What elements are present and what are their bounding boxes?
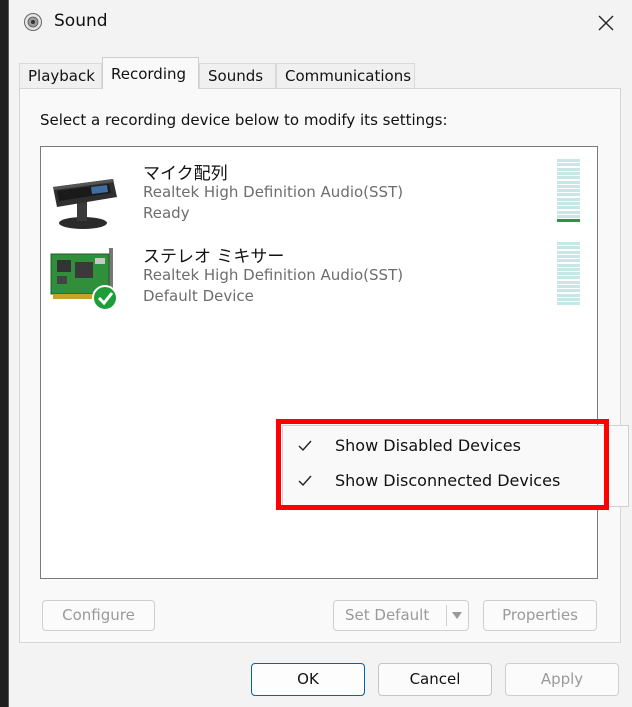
properties-button[interactable]: Properties: [483, 600, 597, 631]
meter-segment: [557, 171, 580, 175]
set-default-label: Set Default: [345, 606, 430, 624]
meter-segment: [557, 197, 580, 201]
device-list[interactable]: マイク配列 Realtek High Definition Audio(SST)…: [40, 146, 598, 579]
context-menu: Show Disabled Devices Show Disconnected …: [282, 425, 629, 507]
list-item[interactable]: マイク配列 Realtek High Definition Audio(SST)…: [41, 159, 597, 239]
meter-segment: [557, 167, 580, 171]
tab-label: Playback: [28, 67, 95, 85]
microphone-array-icon: [53, 179, 117, 229]
cancel-button[interactable]: Cancel: [378, 663, 492, 696]
tab-sounds[interactable]: Sounds: [199, 63, 276, 88]
meter-segment: [557, 246, 580, 250]
level-meter: [557, 242, 580, 306]
meter-segment: [557, 250, 580, 254]
title-bar[interactable]: Sound: [9, 0, 632, 46]
device-name: マイク配列: [143, 164, 228, 184]
meter-segment: [557, 180, 580, 184]
meter-segment: [557, 285, 580, 288]
meter-segment: [557, 293, 580, 297]
meter-segment: [557, 272, 580, 276]
meter-segment: [557, 202, 580, 205]
meter-segment: [557, 210, 580, 214]
split-divider: [446, 605, 447, 626]
tab-communications[interactable]: Communications: [276, 63, 415, 88]
set-default-button[interactable]: Set Default: [333, 600, 469, 631]
sound-dialog: Sound Playback Sounds Communications Rec…: [8, 0, 632, 707]
tab-recording[interactable]: Recording: [102, 57, 199, 89]
meter-segment: [557, 254, 580, 258]
configure-button[interactable]: Configure: [42, 600, 155, 631]
device-name: ステレオ ミキサー: [143, 247, 285, 267]
meter-segment: [557, 219, 580, 223]
device-status: Ready: [143, 204, 190, 222]
meter-segment: [557, 214, 580, 218]
menu-item-show-disabled-devices[interactable]: Show Disabled Devices: [283, 430, 628, 464]
menu-item-show-disconnected-devices[interactable]: Show Disconnected Devices: [283, 465, 628, 499]
check-icon: [298, 475, 312, 487]
menu-item-label: Show Disconnected Devices: [335, 471, 561, 490]
speaker-icon: [24, 13, 42, 31]
close-icon: [598, 15, 614, 31]
list-item[interactable]: ステレオ ミキサー Realtek High Definition Audio(…: [41, 242, 597, 322]
meter-segment: [557, 259, 580, 263]
meter-segment: [557, 184, 580, 188]
instruction-text: Select a recording device below to modif…: [40, 111, 448, 129]
meter-segment: [557, 267, 580, 271]
close-button[interactable]: [586, 4, 626, 42]
meter-segment: [557, 297, 580, 301]
meter-segment: [557, 206, 580, 210]
meter-segment: [557, 159, 580, 162]
meter-segment: [557, 276, 580, 280]
apply-button[interactable]: Apply: [505, 663, 619, 696]
meter-segment: [557, 242, 580, 245]
device-driver: Realtek High Definition Audio(SST): [143, 266, 404, 284]
meter-segment: [557, 163, 580, 167]
meter-segment: [557, 176, 580, 180]
tab-strip: Playback Sounds Communications Recording: [19, 57, 619, 89]
ok-button[interactable]: OK: [251, 663, 365, 696]
tab-label: Sounds: [208, 67, 264, 85]
chevron-down-icon[interactable]: [451, 611, 463, 620]
device-driver: Realtek High Definition Audio(SST): [143, 183, 404, 201]
check-icon: [298, 440, 312, 452]
meter-segment: [557, 302, 580, 306]
sound-card-icon: [50, 248, 118, 311]
device-status: Default Device: [143, 287, 254, 305]
tab-label: Recording: [111, 65, 187, 83]
meter-segment: [557, 280, 580, 284]
tab-label: Communications: [285, 67, 412, 85]
menu-item-label: Show Disabled Devices: [335, 436, 521, 455]
meter-segment: [557, 189, 580, 193]
tab-playback[interactable]: Playback: [19, 63, 102, 88]
meter-segment: [557, 289, 580, 293]
level-meter: [557, 159, 580, 223]
meter-segment: [557, 193, 580, 197]
window-title: Sound: [54, 11, 108, 31]
meter-segment: [557, 263, 580, 267]
